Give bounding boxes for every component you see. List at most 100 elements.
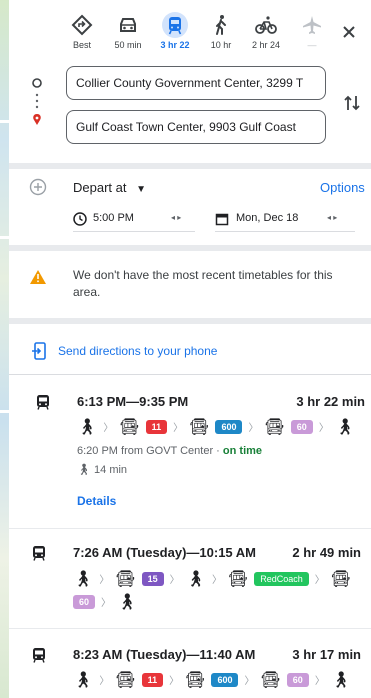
car-icon [120,18,136,32]
date-picker[interactable]: Mon, Dec 18 ◂ ▸ [215,210,355,232]
mode-label: 3 hr 22 [160,40,190,50]
chevron-right-icon: 〉 [101,598,112,609]
bus-icon: 🚍︎ [189,418,210,436]
bike-icon [255,16,277,34]
trip-duration: 3 hr 22 min [296,394,365,409]
map-edge[interactable] [0,0,9,698]
warning-icon [30,270,46,284]
mode-flights[interactable]: — [292,8,332,56]
bus-icon: 🚍︎ [264,418,285,436]
walk-icon: 🚶︎ [73,570,94,588]
transit-icon [37,395,49,410]
mode-driving[interactable]: 50 min [108,8,148,56]
swap-icon[interactable] [343,92,361,114]
time-picker[interactable]: 5:00 PM ◂ ▸ [73,210,195,232]
plane-icon [303,16,321,34]
bus-icon: 🚍︎ [115,570,136,588]
bus-icon: 🚍︎ [185,671,206,689]
mode-label: Best [72,40,91,50]
walk-icon: 🚶︎ [334,418,356,436]
trip-legs: 🚶︎ 〉 🚍︎ 11 〉 🚍︎ 600 〉 🚍︎ 60 〉 🚶︎ [77,418,367,436]
mode-cycling[interactable]: 2 hr 24 [246,8,286,56]
calendar-icon [215,213,229,226]
trip-option[interactable]: 6:13 PM—9:35 PM 3 hr 22 min 🚶︎ 〉 🚍︎ 11 〉… [9,378,371,526]
map-road [0,236,9,239]
mode-label: 50 min [114,40,142,50]
trip-duration: 2 hr 49 min [292,545,361,560]
mode-walking[interactable]: 10 hr [201,8,241,56]
clock-icon [73,212,87,226]
trip-divider [9,528,371,529]
map-road [0,120,9,123]
status-on-time: on time [222,445,263,457]
map-road [0,410,9,413]
trip-legs: 🚶︎ 〉 🚍︎ 11 〉 🚍︎ 600 〉 🚍︎ 60 〉 🚶︎ [73,671,363,689]
transit-icon [33,648,45,663]
trip-option[interactable]: 8:23 AM (Tuesday)—11:40 AM 3 hr 17 min 🚶… [9,647,371,697]
depart-section: Depart at ▼ Options 5:00 PM ◂ ▸ Mon, Dec… [9,178,371,238]
options-link[interactable]: Options [320,180,365,195]
caret-down-icon: ▼ [136,184,147,195]
section-divider [9,318,371,324]
bus-icon: 🚍︎ [115,671,136,689]
route-dots-icon [32,78,42,125]
chevron-right-icon: 〉 [248,423,259,434]
send-to-phone-link[interactable]: Send directions to your phone [9,341,371,363]
trip-option[interactable]: 7:26 AM (Tuesday)—10:15 AM 2 hr 49 min 🚶… [9,545,371,625]
departure-from: 6:20 PM from GOVT Center · [77,445,223,457]
line-badge: 11 [145,419,168,434]
walk-icon: 🚶︎ [77,464,91,476]
depart-date: Mon, Dec 18 [236,212,299,224]
origin-input[interactable]: Collier County Government Center, 3299 T [66,66,326,100]
mode-label: 2 hr 24 [251,40,281,50]
line-badge: 60 [73,594,96,609]
trip-divider [9,628,371,629]
chevron-right-icon: 〉 [244,676,255,687]
mode-label: 10 hr [210,40,232,50]
line-badge: 60 [286,672,309,687]
walk-time: 🚶︎ 14 min [77,463,127,476]
depart-label: Depart at [73,180,127,195]
mode-best[interactable]: Best [62,8,102,56]
trip-time: 8:23 AM (Tuesday)—11:40 AM [73,647,256,662]
section-divider [9,245,371,251]
depart-dropdown[interactable]: Depart at ▼ [73,180,146,195]
walk-icon: 🚶︎ [330,671,352,689]
chevron-right-icon: 〉 [169,676,180,687]
chevron-right-icon: 〉 [99,676,110,687]
trip-time: 7:26 AM (Tuesday)—10:15 AM [73,545,257,560]
transit-icon [33,546,45,561]
trip-content: 6:13 PM—9:35 PM 3 hr 22 min 🚶︎ 〉 🚍︎ 11 〉… [13,394,371,524]
destination-input[interactable]: Gulf Coast Town Center, 9903 Gulf Coast [66,110,326,144]
bus-icon: 🚍︎ [227,570,249,588]
chevron-right-icon: 〉 [314,575,325,586]
departure-info: 6:20 PM from GOVT Center · on time [77,445,262,457]
train-icon [162,12,188,38]
line-badge: 600 [211,672,239,687]
time-arrows-icon[interactable]: ◂ ▸ [171,213,181,222]
walk-icon: 🚶︎ [73,671,94,689]
warning-text: We don't have the most recent timetables… [73,268,333,299]
section-divider [9,374,371,375]
close-icon[interactable] [339,22,359,42]
trip-legs: 🚶︎ 〉 🚍︎ 15 〉 🚶︎ 〉 🚍︎ RedCoach 〉 🚍︎ 60 〉 … [73,570,363,611]
send-label: Send directions to your phone [58,344,218,358]
walk-icon [216,15,226,35]
chevron-right-icon: 〉 [173,423,184,434]
walk-duration: 14 min [94,464,128,476]
line-badge: 60 [290,419,313,434]
send-to-phone-icon [32,342,46,360]
mode-label: — [307,40,317,50]
trip-time: 6:13 PM—9:35 PM [77,394,189,409]
details-link[interactable]: Details [77,494,116,508]
date-arrows-icon[interactable]: ◂ ▸ [327,213,337,222]
bus-icon: 🚍︎ [119,418,140,436]
walk-icon: 🚶︎ [117,593,138,611]
depart-time: 5:00 PM [93,212,134,224]
chevron-right-icon: 〉 [318,423,329,434]
travel-mode-bar: Best 50 min 3 hr 22 10 hr 2 hr 24 — [9,8,371,56]
add-circle-icon[interactable] [29,178,47,196]
mode-transit[interactable]: 3 hr 22 [155,8,195,56]
directions-panel: Best 50 min 3 hr 22 10 hr 2 hr 24 — Coll… [9,0,371,698]
chevron-right-icon: 〉 [211,575,222,586]
